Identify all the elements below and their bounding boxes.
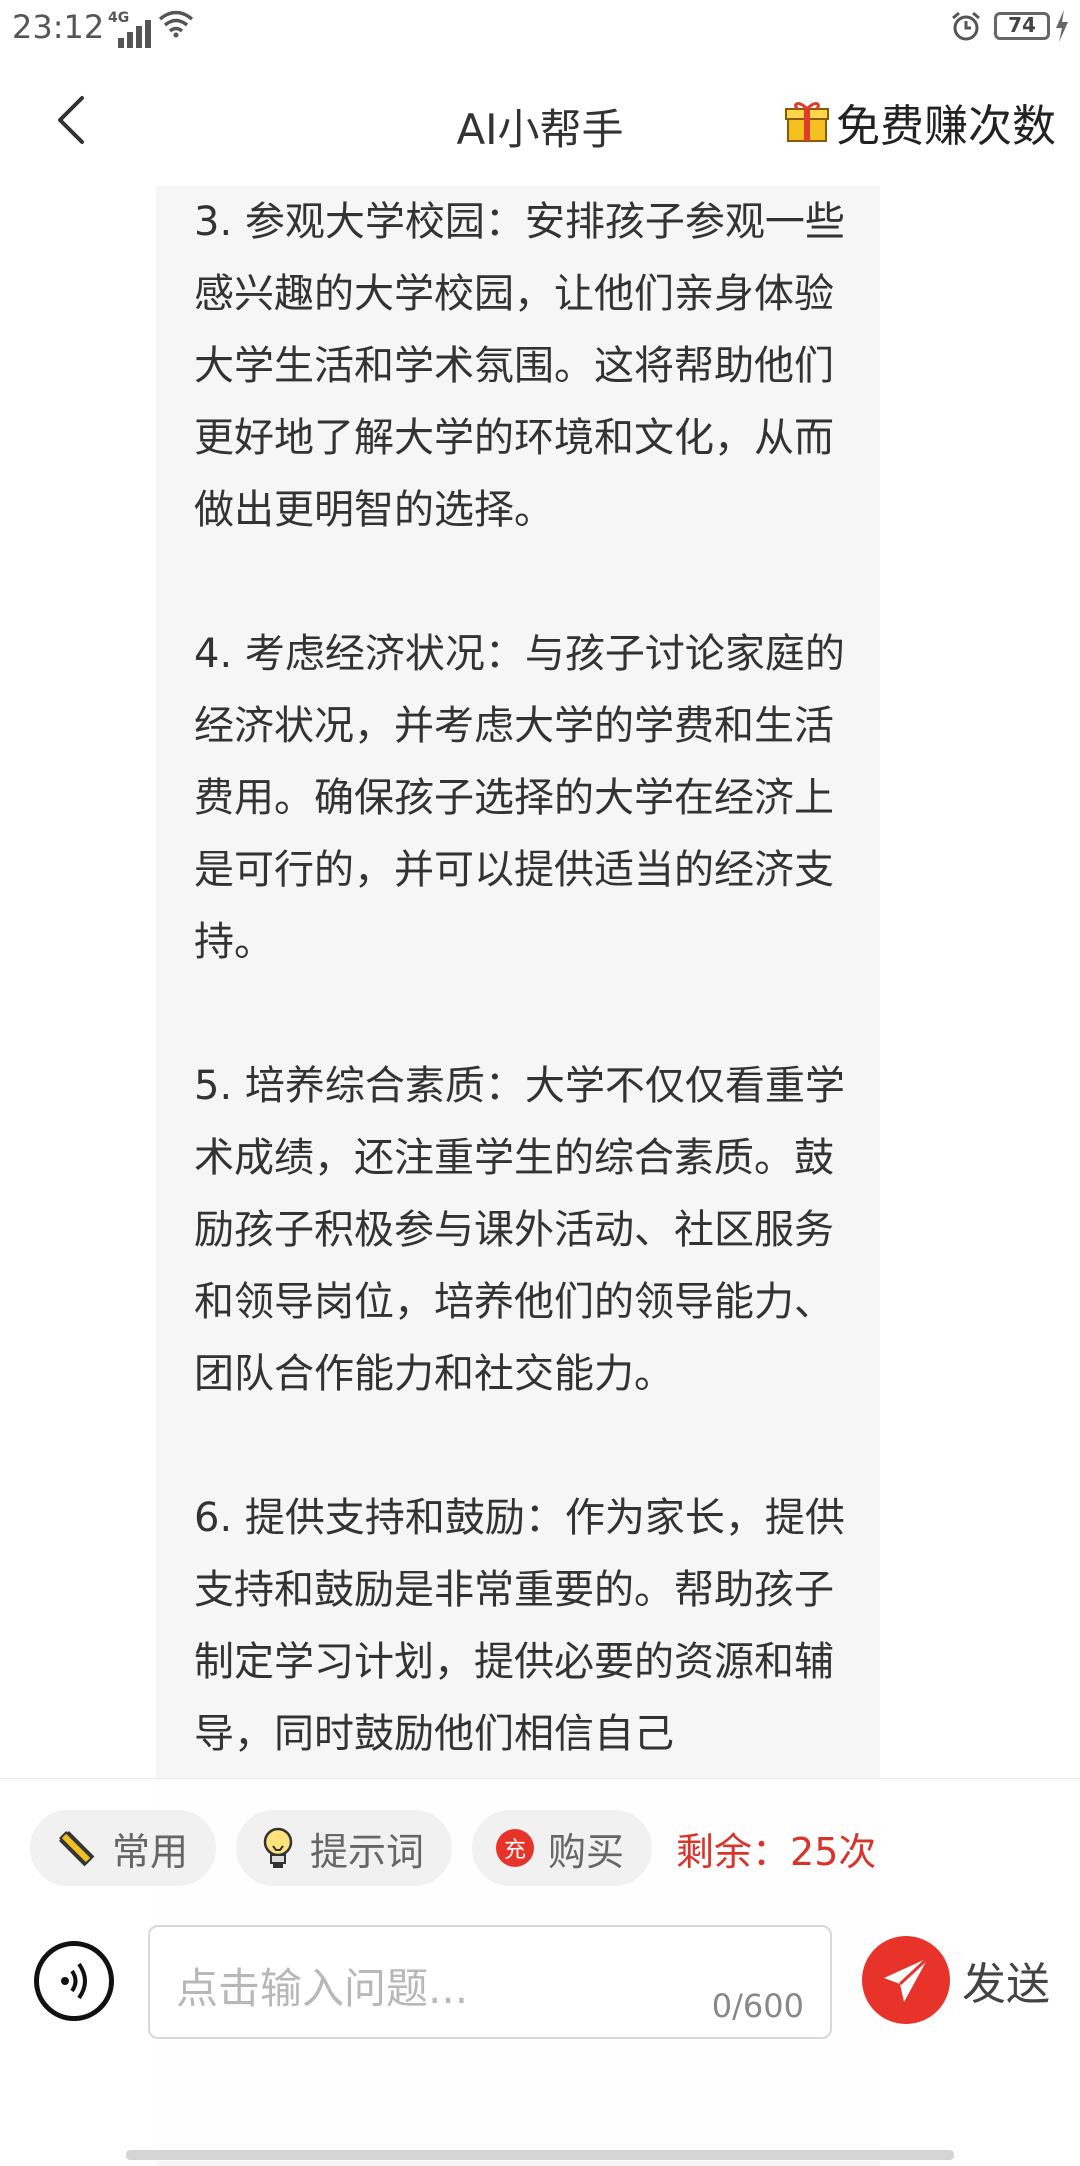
alarm-icon	[952, 11, 980, 41]
quick-actions: 常用 提示词 充 购买 剩余：25次	[30, 1809, 876, 1887]
message-paragraph: 6. 提供支持和鼓励：作为家长，提供支持和鼓励是非常重要的。帮助孩子制定学习计划…	[194, 1495, 845, 1757]
recharge-icon: 充	[496, 1829, 535, 1867]
wifi-icon	[158, 10, 194, 38]
earn-credits-button[interactable]: 免费赚次数	[784, 94, 1056, 152]
message-paragraph: 4. 考虑经济状况：与孩子讨论家庭的经济状况，并考虑大学的学费和生活费用。确保孩…	[194, 631, 845, 965]
ai-message-bubble: 3. 参观大学校园：安排孩子参观一些感兴趣的大学校园，让他们亲身体验大学生活和学…	[194, 186, 854, 1770]
common-button[interactable]: 常用	[30, 1810, 217, 1886]
buy-label: 购买	[548, 1829, 625, 1874]
message-paragraph: 5. 培养综合素质：大学不仅仅看重学术成绩，还注重学生的综合素质。鼓励孩子积极参…	[194, 1063, 845, 1397]
status-time: 23:12	[12, 8, 105, 46]
network-type: 4G	[108, 10, 130, 26]
question-input[interactable]: 点击输入问题... 0/600	[148, 1925, 832, 2039]
send-label: 发送	[962, 1959, 1050, 2010]
send-icon	[862, 1936, 950, 2024]
ruler-pencil-icon	[59, 1831, 95, 1867]
gift-icon	[785, 102, 829, 142]
battery-icon: 74	[994, 12, 1050, 40]
input-placeholder: 点击输入问题...	[176, 1964, 469, 2013]
app-header: AI小帮手 免费赚次数	[0, 56, 1080, 186]
char-counter: 0/600	[711, 1987, 804, 2025]
status-bar: 23:12 4G 74	[0, 0, 1080, 56]
battery-level: 74	[1008, 13, 1036, 37]
earn-credits-label: 免费赚次数	[836, 101, 1056, 152]
send-button[interactable]: 发送	[862, 1935, 1050, 2025]
input-panel: 常用 提示词 充 购买 剩余：25次 点击输入问题... 0/600 发送	[0, 1778, 1080, 2161]
prompt-button[interactable]: 提示词	[236, 1810, 453, 1886]
common-label: 常用	[112, 1829, 189, 1874]
prompt-label: 提示词	[310, 1829, 425, 1874]
charging-icon	[1056, 10, 1068, 42]
lightbulb-icon	[263, 1827, 293, 1868]
voice-input-button[interactable]	[34, 1941, 114, 2021]
buy-button[interactable]: 充 购买	[472, 1810, 653, 1886]
home-indicator[interactable]	[126, 2150, 954, 2160]
voice-icon	[61, 1962, 87, 2000]
remaining-count: 剩余：25次	[676, 1829, 877, 1874]
message-paragraph: 3. 参观大学校园：安排孩子参观一些感兴趣的大学校园，让他们亲身体验大学生活和学…	[194, 199, 845, 533]
